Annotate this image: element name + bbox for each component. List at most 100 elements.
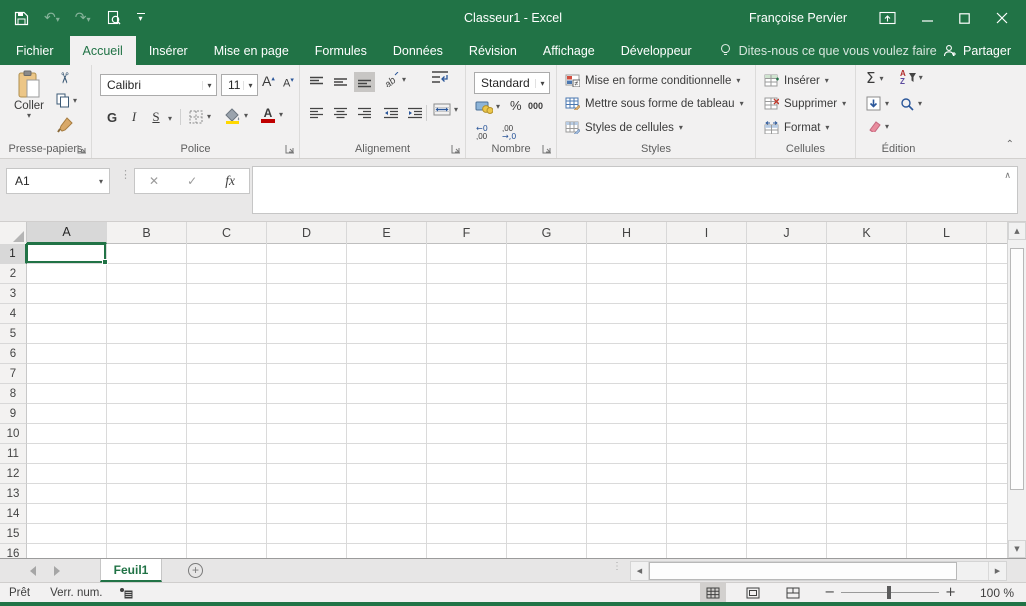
cell-i1[interactable]: [667, 244, 747, 264]
cell-l9[interactable]: [907, 404, 987, 424]
cell-d10[interactable]: [267, 424, 347, 444]
cell-c12[interactable]: [187, 464, 267, 484]
cell-h9[interactable]: [587, 404, 667, 424]
conditional-formatting-button[interactable]: ≠ Mise en forme conditionnelle ▾: [565, 70, 740, 91]
cell-b12[interactable]: [107, 464, 187, 484]
row-header-4[interactable]: 4: [0, 304, 27, 324]
cell-l16[interactable]: [907, 544, 987, 558]
page-layout-view-button[interactable]: [740, 583, 766, 602]
cell-h1[interactable]: [587, 244, 667, 264]
bold-button[interactable]: G: [102, 107, 122, 127]
row-header-1[interactable]: 1: [0, 244, 27, 264]
maximize-button[interactable]: [959, 12, 970, 24]
cell-l13[interactable]: [907, 484, 987, 504]
cell-g10[interactable]: [507, 424, 587, 444]
find-select-button[interactable]: ▾: [900, 97, 922, 111]
cell-b1[interactable]: [107, 244, 187, 264]
cell-k14[interactable]: [827, 504, 907, 524]
cell-b10[interactable]: [107, 424, 187, 444]
cell-e14[interactable]: [347, 504, 427, 524]
cell-l2[interactable]: [907, 264, 987, 284]
cell-l4[interactable]: [907, 304, 987, 324]
zoom-slider[interactable]: [841, 586, 940, 599]
fill-button[interactable]: ▾: [866, 96, 889, 111]
cell-i13[interactable]: [667, 484, 747, 504]
percent-style-button[interactable]: %: [510, 98, 522, 113]
sort-filter-button[interactable]: A Z ▾: [900, 70, 923, 86]
cell-i6[interactable]: [667, 344, 747, 364]
cell-f6[interactable]: [427, 344, 507, 364]
cell-j5[interactable]: [747, 324, 827, 344]
dialog-launcher-icon[interactable]: [285, 144, 295, 154]
cell-j13[interactable]: [747, 484, 827, 504]
cell-g14[interactable]: [507, 504, 587, 524]
column-header-i[interactable]: I: [667, 222, 747, 244]
cell-k12[interactable]: [827, 464, 907, 484]
row-header-10[interactable]: 10: [0, 424, 27, 444]
enter-icon[interactable]: ✓: [187, 174, 197, 188]
cell-k16[interactable]: [827, 544, 907, 558]
tell-me-box[interactable]: Dites-nous ce que vous voulez faire: [719, 36, 937, 65]
name-box[interactable]: A1 ▾: [6, 168, 110, 194]
cell-e10[interactable]: [347, 424, 427, 444]
cell-f10[interactable]: [427, 424, 507, 444]
horizontal-scroll-track[interactable]: [957, 562, 988, 580]
align-top-button[interactable]: [306, 72, 327, 92]
column-header-f[interactable]: F: [427, 222, 507, 244]
cell-k4[interactable]: [827, 304, 907, 324]
cell-l15[interactable]: [907, 524, 987, 544]
cell-e7[interactable]: [347, 364, 427, 384]
row-header-16[interactable]: 16: [0, 544, 27, 558]
cell-h6[interactable]: [587, 344, 667, 364]
page-break-preview-button[interactable]: [780, 583, 806, 602]
cell-partial[interactable]: [987, 244, 1007, 264]
cell-k9[interactable]: [827, 404, 907, 424]
cell-j7[interactable]: [747, 364, 827, 384]
font-color-button[interactable]: A ▾: [261, 107, 283, 123]
cell-b6[interactable]: [107, 344, 187, 364]
ribbon-display-options-icon[interactable]: [879, 11, 896, 25]
cell-j6[interactable]: [747, 344, 827, 364]
cell-partial[interactable]: [987, 364, 1007, 384]
expand-formula-bar-icon[interactable]: ∧: [1004, 171, 1011, 181]
cell-a16[interactable]: [27, 544, 107, 558]
cell-a13[interactable]: [27, 484, 107, 504]
cell-b15[interactable]: [107, 524, 187, 544]
cell-b13[interactable]: [107, 484, 187, 504]
cell-l11[interactable]: [907, 444, 987, 464]
cell-h2[interactable]: [587, 264, 667, 284]
delete-cells-button[interactable]: Supprimer ▾: [764, 93, 846, 114]
cell-g13[interactable]: [507, 484, 587, 504]
row-header-2[interactable]: 2: [0, 264, 27, 284]
column-header-l[interactable]: L: [907, 222, 987, 244]
cell-l10[interactable]: [907, 424, 987, 444]
next-sheet-icon[interactable]: [54, 565, 60, 576]
cell-f1[interactable]: [427, 244, 507, 264]
cell-c11[interactable]: [187, 444, 267, 464]
cell-h7[interactable]: [587, 364, 667, 384]
cell-h14[interactable]: [587, 504, 667, 524]
cell-h5[interactable]: [587, 324, 667, 344]
minimize-button[interactable]: [922, 13, 933, 24]
cell-partial[interactable]: [987, 344, 1007, 364]
cell-e16[interactable]: [347, 544, 427, 558]
insert-cells-button[interactable]: Insérer ▾: [764, 70, 829, 91]
cell-a7[interactable]: [27, 364, 107, 384]
cell-h8[interactable]: [587, 384, 667, 404]
vertical-scroll-thumb[interactable]: [1010, 248, 1024, 490]
wrap-text-button[interactable]: [431, 70, 449, 85]
cell-g8[interactable]: [507, 384, 587, 404]
cell-l7[interactable]: [907, 364, 987, 384]
cell-b4[interactable]: [107, 304, 187, 324]
cell-partial[interactable]: [987, 544, 1007, 558]
column-header-j[interactable]: J: [747, 222, 827, 244]
sheet-tab-feuil1[interactable]: Feuil1: [100, 559, 162, 582]
cell-i10[interactable]: [667, 424, 747, 444]
cell-k11[interactable]: [827, 444, 907, 464]
cell-e1[interactable]: [347, 244, 427, 264]
align-center-button[interactable]: [330, 103, 351, 123]
cell-a5[interactable]: [27, 324, 107, 344]
cell-h4[interactable]: [587, 304, 667, 324]
cell-f8[interactable]: [427, 384, 507, 404]
cell-g11[interactable]: [507, 444, 587, 464]
